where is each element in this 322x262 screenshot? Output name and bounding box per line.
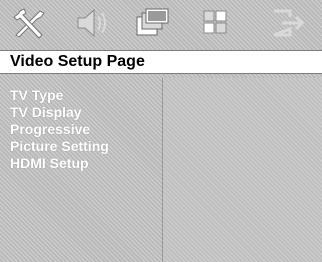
menu-item-hdmi-setup[interactable]: HDMI Setup xyxy=(10,155,89,171)
speaker-icon[interactable] xyxy=(72,4,112,42)
page-title-bar: Video Setup Page xyxy=(0,50,322,74)
video-icon[interactable] xyxy=(132,4,172,42)
menu-item-tv-type[interactable]: TV Type xyxy=(10,87,63,103)
exit-icon[interactable] xyxy=(268,4,308,42)
menu-item-tv-display[interactable]: TV Display xyxy=(10,104,82,120)
setup-menu-list: TV Type TV Display Progressive Picture S… xyxy=(0,78,160,262)
setup-icon-bar xyxy=(0,0,322,46)
tools-icon[interactable] xyxy=(10,4,50,42)
page-title: Video Setup Page xyxy=(10,53,145,70)
submenu-panel xyxy=(163,78,322,262)
menu-item-progressive[interactable]: Progressive xyxy=(10,121,90,137)
preferences-icon[interactable] xyxy=(196,4,236,42)
setup-menu-screen: Video Setup Page TV Type TV Display Prog… xyxy=(0,0,322,262)
menu-item-picture-setting[interactable]: Picture Setting xyxy=(10,138,109,154)
